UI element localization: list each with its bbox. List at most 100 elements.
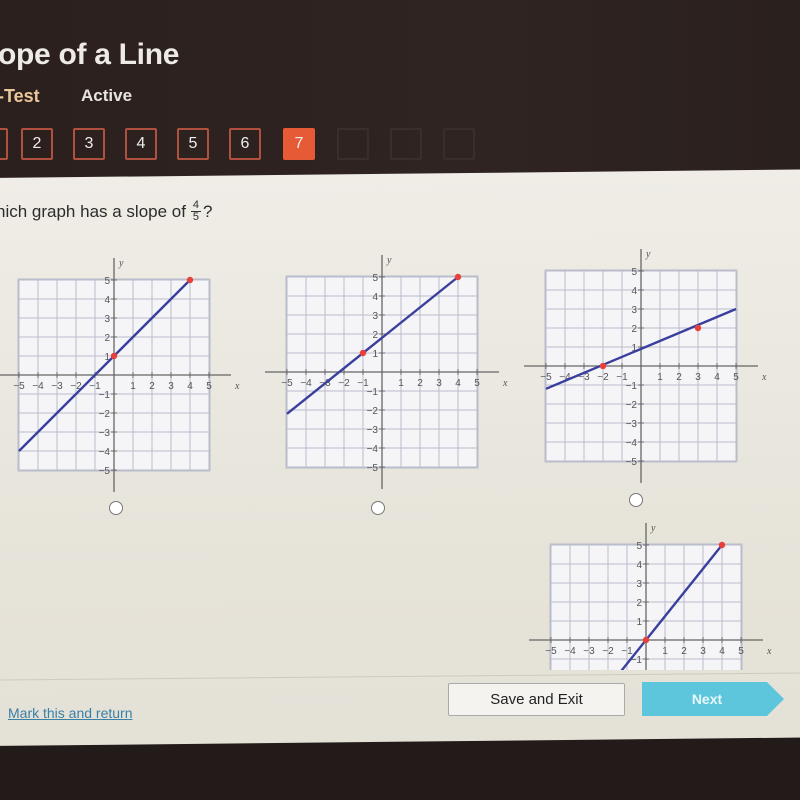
y-tick-label: 3 [104,314,110,325]
y-axis-label: y [118,258,124,269]
x-tick-label: −5 [13,381,25,392]
question-nav-3[interactable]: 3 [73,128,105,160]
question-nav-8[interactable] [337,128,369,160]
y-tick-label: 5 [631,267,637,278]
question-prompt: hich graph has a slope of 4 5 ? [0,200,212,223]
y-tick-label: 4 [104,295,110,306]
graph-option-3: −5 −5 −4 −4 −3 −3 −2 −2 −1 −1 1 1 2 2 3 3 4 4 5 5 x y [517,236,767,486]
question-nav-5[interactable]: 5 [177,128,209,160]
test-type: -Test [0,86,40,106]
graph-point [454,273,462,281]
y-tick-label: 2 [104,333,110,344]
y-tick-label: 3 [636,579,642,590]
y-tick-label: 2 [372,330,378,341]
x-tick-label: 5 [206,381,212,392]
y-tick-label: 4 [636,560,642,571]
y-tick-label: −4 [367,444,379,455]
y-axis-label: y [650,523,656,534]
x-tick-label: −4 [564,646,576,657]
question-nav-6[interactable]: 6 [229,128,261,160]
question-nav-1[interactable] [0,128,8,160]
question-nav-4[interactable]: 4 [125,128,157,160]
x-tick-label: −4 [32,381,44,392]
graph-point [718,541,726,549]
graph-point [599,362,607,370]
x-tick-label: −5 [545,646,557,657]
x-tick-label: 5 [733,372,739,383]
y-tick-label: −5 [626,457,638,468]
y-tick-label: −3 [99,428,111,439]
x-tick-label: 1 [130,381,136,392]
y-tick-label: 5 [104,276,110,287]
y-tick-label: −1 [99,390,111,401]
x-tick-label: 2 [417,378,423,389]
y-tick-label: −2 [367,406,379,417]
y-tick-label: −2 [626,400,638,411]
x-tick-label: 1 [657,372,663,383]
y-tick-label: 5 [636,541,642,552]
y-tick-label: −1 [367,387,379,398]
x-tick-label: 2 [681,646,687,657]
x-tick-label: 2 [676,372,682,383]
question-nav-2[interactable]: 2 [21,128,53,160]
x-tick-label: 4 [719,646,725,657]
graph-point [186,276,194,284]
radio-option-1[interactable] [109,501,123,515]
x-tick-label: 3 [168,381,174,392]
next-button[interactable]: Next [642,682,784,716]
y-tick-label: −4 [626,438,638,449]
x-axis-label: x [234,381,240,392]
y-tick-label: 1 [636,617,642,628]
y-tick-label: −4 [99,447,111,458]
x-tick-label: 5 [474,378,480,389]
radio-option-3[interactable] [629,493,643,507]
y-tick-label: −1 [626,381,638,392]
x-tick-label: 5 [738,646,744,657]
y-tick-label: 2 [631,324,637,335]
slope-fraction: 4 5 [190,199,201,223]
header: ope of a Line -Test Active 2 3 4 5 6 7 [0,0,800,180]
radio-option-2[interactable] [371,501,385,515]
fraction-numerator: 4 [192,199,200,211]
graph-point [642,636,650,644]
x-tick-label: −4 [300,378,312,389]
graph-option-4: −5−5−4−4−3−3−2−2−1−11122334455xy [510,515,780,670]
x-tick-label: −2 [597,372,609,383]
question-mark: ? [202,201,213,221]
question-nav-10[interactable] [443,128,475,160]
y-tick-label: 4 [372,292,378,303]
y-tick-label: −5 [99,466,111,477]
graph-point [359,349,367,357]
question-text: hich graph has a slope of [0,201,186,221]
graph-4-svg: −5−5−4−4−3−3−2−2−1−11122334455xy [529,523,772,670]
graph-3-svg: −5−5−4−4−3−3−2−2−1−11122334455xy [524,249,767,483]
graph-point [694,324,702,332]
y-tick-label: 5 [372,273,378,284]
x-tick-label: 1 [662,646,668,657]
y-axis-label: y [386,255,392,266]
graph-2-svg: −5−5−4−4−3−3−2−2−1−11122334455xy [265,255,508,489]
fraction-denominator: 5 [192,211,200,223]
y-tick-label: 3 [631,305,637,316]
x-axis-label: x [766,646,772,657]
question-nav-7[interactable]: 7 [283,128,315,160]
y-axis-label: y [645,249,651,260]
y-tick-label: 1 [372,349,378,360]
page-title: ope of a Line [0,38,180,71]
status-label: Active [81,86,133,105]
y-tick-label: 3 [372,311,378,322]
x-tick-label: 3 [700,646,706,657]
save-and-exit-button[interactable]: Save and Exit [448,683,625,716]
x-tick-label: −2 [338,378,350,389]
graph-option-2: −5−5−4−4−3−3−2−2−1−11122334455xy [258,242,508,492]
x-tick-label: 3 [436,378,442,389]
mark-and-return-link[interactable]: Mark this and return [8,705,133,721]
x-tick-label: −5 [540,372,552,383]
x-tick-label: 4 [714,372,720,383]
x-tick-label: 1 [398,378,404,389]
x-tick-label: −2 [602,646,614,657]
graph-option-1: −5 −5 −4 −4 −3 −3 −2 −2 −1 −1 1 1 2 2 3 3 4 4 5 5 x y [0,245,240,495]
question-nav-9[interactable] [390,128,422,160]
x-tick-label: −3 [583,646,595,657]
x-tick-label: −5 [281,378,293,389]
